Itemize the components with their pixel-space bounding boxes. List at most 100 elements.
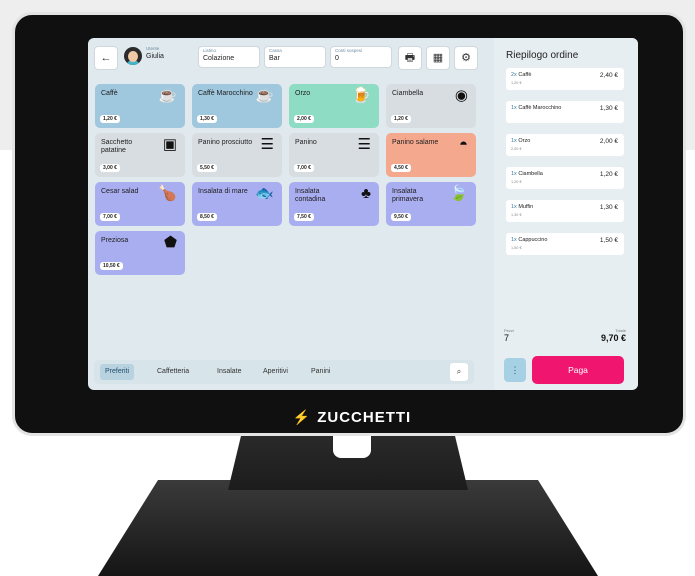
user-value: Giulia (146, 53, 164, 60)
product-name: Insalata primavera (392, 188, 424, 203)
category-tab-aperitivi[interactable]: Aperitivi (258, 364, 293, 380)
order-line-unit-price: 2,00 € (511, 147, 522, 151)
conti-sospesi-value: 0 (335, 55, 339, 62)
donut-icon: ◉ (454, 87, 468, 104)
order-line-label: Orzo (518, 138, 531, 144)
cassa-field[interactable]: Cassa Bar (264, 46, 326, 68)
product-price: 7,00 € (294, 164, 314, 172)
order-line-unit-price: 1,20 € (511, 81, 522, 85)
product-tile[interactable]: Panino ☰ 7,00 € (289, 133, 379, 177)
category-bar: Preferiti Caffetteria Insalate Aperitivi… (94, 360, 474, 384)
product-price: 8,50 € (197, 213, 217, 221)
product-name: Caffè (101, 90, 118, 97)
listino-value: Colazione (203, 55, 235, 62)
product-name: Insalata contadina (295, 188, 326, 203)
avatar[interactable] (124, 47, 142, 65)
order-line-price: 1,30 € (599, 204, 618, 211)
order-line-qty: 1x (511, 171, 517, 177)
order-line-name: 1x Ciambella (511, 171, 543, 177)
product-tile[interactable]: Panino salame ◓ 4,50 € (386, 133, 476, 177)
product-tile[interactable]: Sacchetto patatine ▣ 3,00 € (95, 133, 185, 177)
category-search-button[interactable]: ⌕ (450, 363, 468, 381)
order-line-qty: 1x (511, 237, 517, 243)
product-name: Preziosa (101, 237, 129, 244)
product-tile[interactable]: Insalata primavera 🍃 9,50 € (386, 182, 476, 226)
order-line-label: Caffè Marocchino (518, 105, 562, 111)
order-line-name: 1x Orzo (511, 138, 530, 144)
order-line-price: 1,20 € (599, 171, 618, 178)
product-name: Cesar salad (101, 188, 139, 195)
order-line[interactable]: 1x Caffè Marocchino 1,30 € (506, 101, 624, 123)
product-price: 1,20 € (100, 115, 120, 123)
chips-bag-icon: ▣ (162, 136, 177, 153)
calculator-button[interactable]: ▦ (426, 46, 450, 70)
order-line-unit-price: 1,20 € (511, 180, 522, 184)
order-line-price: 1,30 € (599, 105, 618, 112)
calculator-icon: ▦ (432, 52, 444, 64)
fish-icon: 🐟 (255, 185, 274, 202)
order-line-name: 1x Muffin (511, 204, 533, 210)
product-name: Panino salame (392, 139, 439, 146)
order-line-label: Ciambella (518, 171, 543, 177)
more-vertical-icon: ⋮ (510, 365, 520, 375)
product-tile[interactable]: Insalata contadina ♣ 7,50 € (289, 182, 379, 226)
order-line-qty: 1x (511, 105, 517, 111)
printer-icon: 🖶 (404, 52, 416, 64)
product-name: Panino prosciutto (198, 139, 253, 146)
category-tab-preferiti[interactable]: Preferiti (100, 364, 135, 380)
product-tile[interactable]: Panino prosciutto ☰ 5,50 € (192, 133, 282, 177)
order-line-label: Caffè (518, 72, 532, 78)
order-line[interactable]: 2x Caffè 1,20 € 2,40 € (506, 68, 624, 90)
coffee-cup-icon: ☕ (158, 87, 177, 104)
pezzi-value: 7 (504, 333, 510, 343)
product-name: Orzo (295, 90, 311, 97)
printer-button[interactable]: 🖶 (398, 46, 422, 70)
arrow-left-icon: ← (100, 52, 112, 64)
leaf-icon: 🍃 (449, 185, 468, 202)
order-totals: Pezzi 7 Totale 9,70 € (504, 328, 628, 350)
taco-icon: ◓ (458, 136, 468, 153)
coffee-cup-icon: ☕ (255, 87, 274, 104)
order-line-label: Muffin (518, 204, 534, 210)
zucchetti-logo-icon: ⚡ (292, 409, 312, 425)
order-line-price: 2,00 € (599, 138, 618, 145)
product-tile[interactable]: Insalata di mare 🐟 8,50 € (192, 182, 282, 226)
order-line[interactable]: 1x Cappuccino 1,50 € 1,50 € (506, 233, 624, 255)
cassa-value: Bar (269, 55, 280, 62)
category-tab-panini[interactable]: Panini (306, 364, 335, 380)
product-tile[interactable]: Ciambella ◉ 1,20 € (386, 84, 476, 128)
order-line-price: 2,40 € (599, 72, 618, 79)
order-line-qty: 1x (511, 204, 517, 210)
product-tile[interactable]: Cesar salad 🍗 7,00 € (95, 182, 185, 226)
order-line-label: Cappuccino (518, 237, 548, 243)
product-price: 7,50 € (294, 213, 314, 221)
product-tile[interactable]: Preziosa ⬟ 10,50 € (95, 231, 185, 275)
listino-field[interactable]: Listino Colazione (198, 46, 260, 68)
mug-icon: 🍺 (352, 87, 371, 104)
category-tab-insalate[interactable]: Insalate (212, 364, 247, 380)
product-tile[interactable]: Caffè Marocchino ☕ 1,30 € (192, 84, 282, 128)
settings-button[interactable]: ⚙ (454, 46, 478, 70)
user-field[interactable]: Utente Giulia (146, 46, 164, 62)
avatar-face (128, 51, 138, 62)
order-line[interactable]: 1x Ciambella 1,20 € 1,20 € (506, 167, 624, 189)
back-button[interactable]: ← (94, 46, 118, 70)
more-options-button[interactable]: ⋮ (504, 358, 526, 382)
conti-sospesi-field[interactable]: Conti sospesi 0 (330, 46, 392, 68)
order-line[interactable]: 1x Orzo 2,00 € 2,00 € (506, 134, 624, 156)
order-line-price: 1,50 € (599, 237, 618, 244)
gear-icon: ⚙ (461, 52, 471, 64)
category-tab-caffetteria[interactable]: Caffetteria (152, 364, 194, 380)
brand-label: ⚡ ZUCCHETTI (15, 409, 689, 426)
order-summary-title: Riepilogo ordine (506, 50, 579, 61)
order-line-name: 1x Caffè Marocchino (511, 105, 561, 111)
order-line-qty: 1x (511, 138, 517, 144)
pay-button[interactable]: Paga (532, 356, 624, 384)
product-price: 5,50 € (197, 164, 217, 172)
order-line-name: 1x Cappuccino (511, 237, 547, 243)
order-line[interactable]: 1x Muffin 1,30 € 1,30 € (506, 200, 624, 222)
product-name: Ciambella (392, 90, 424, 97)
product-tile[interactable]: Caffè ☕ 1,20 € (95, 84, 185, 128)
product-price: 9,50 € (391, 213, 411, 221)
product-tile[interactable]: Orzo 🍺 2,00 € (289, 84, 379, 128)
